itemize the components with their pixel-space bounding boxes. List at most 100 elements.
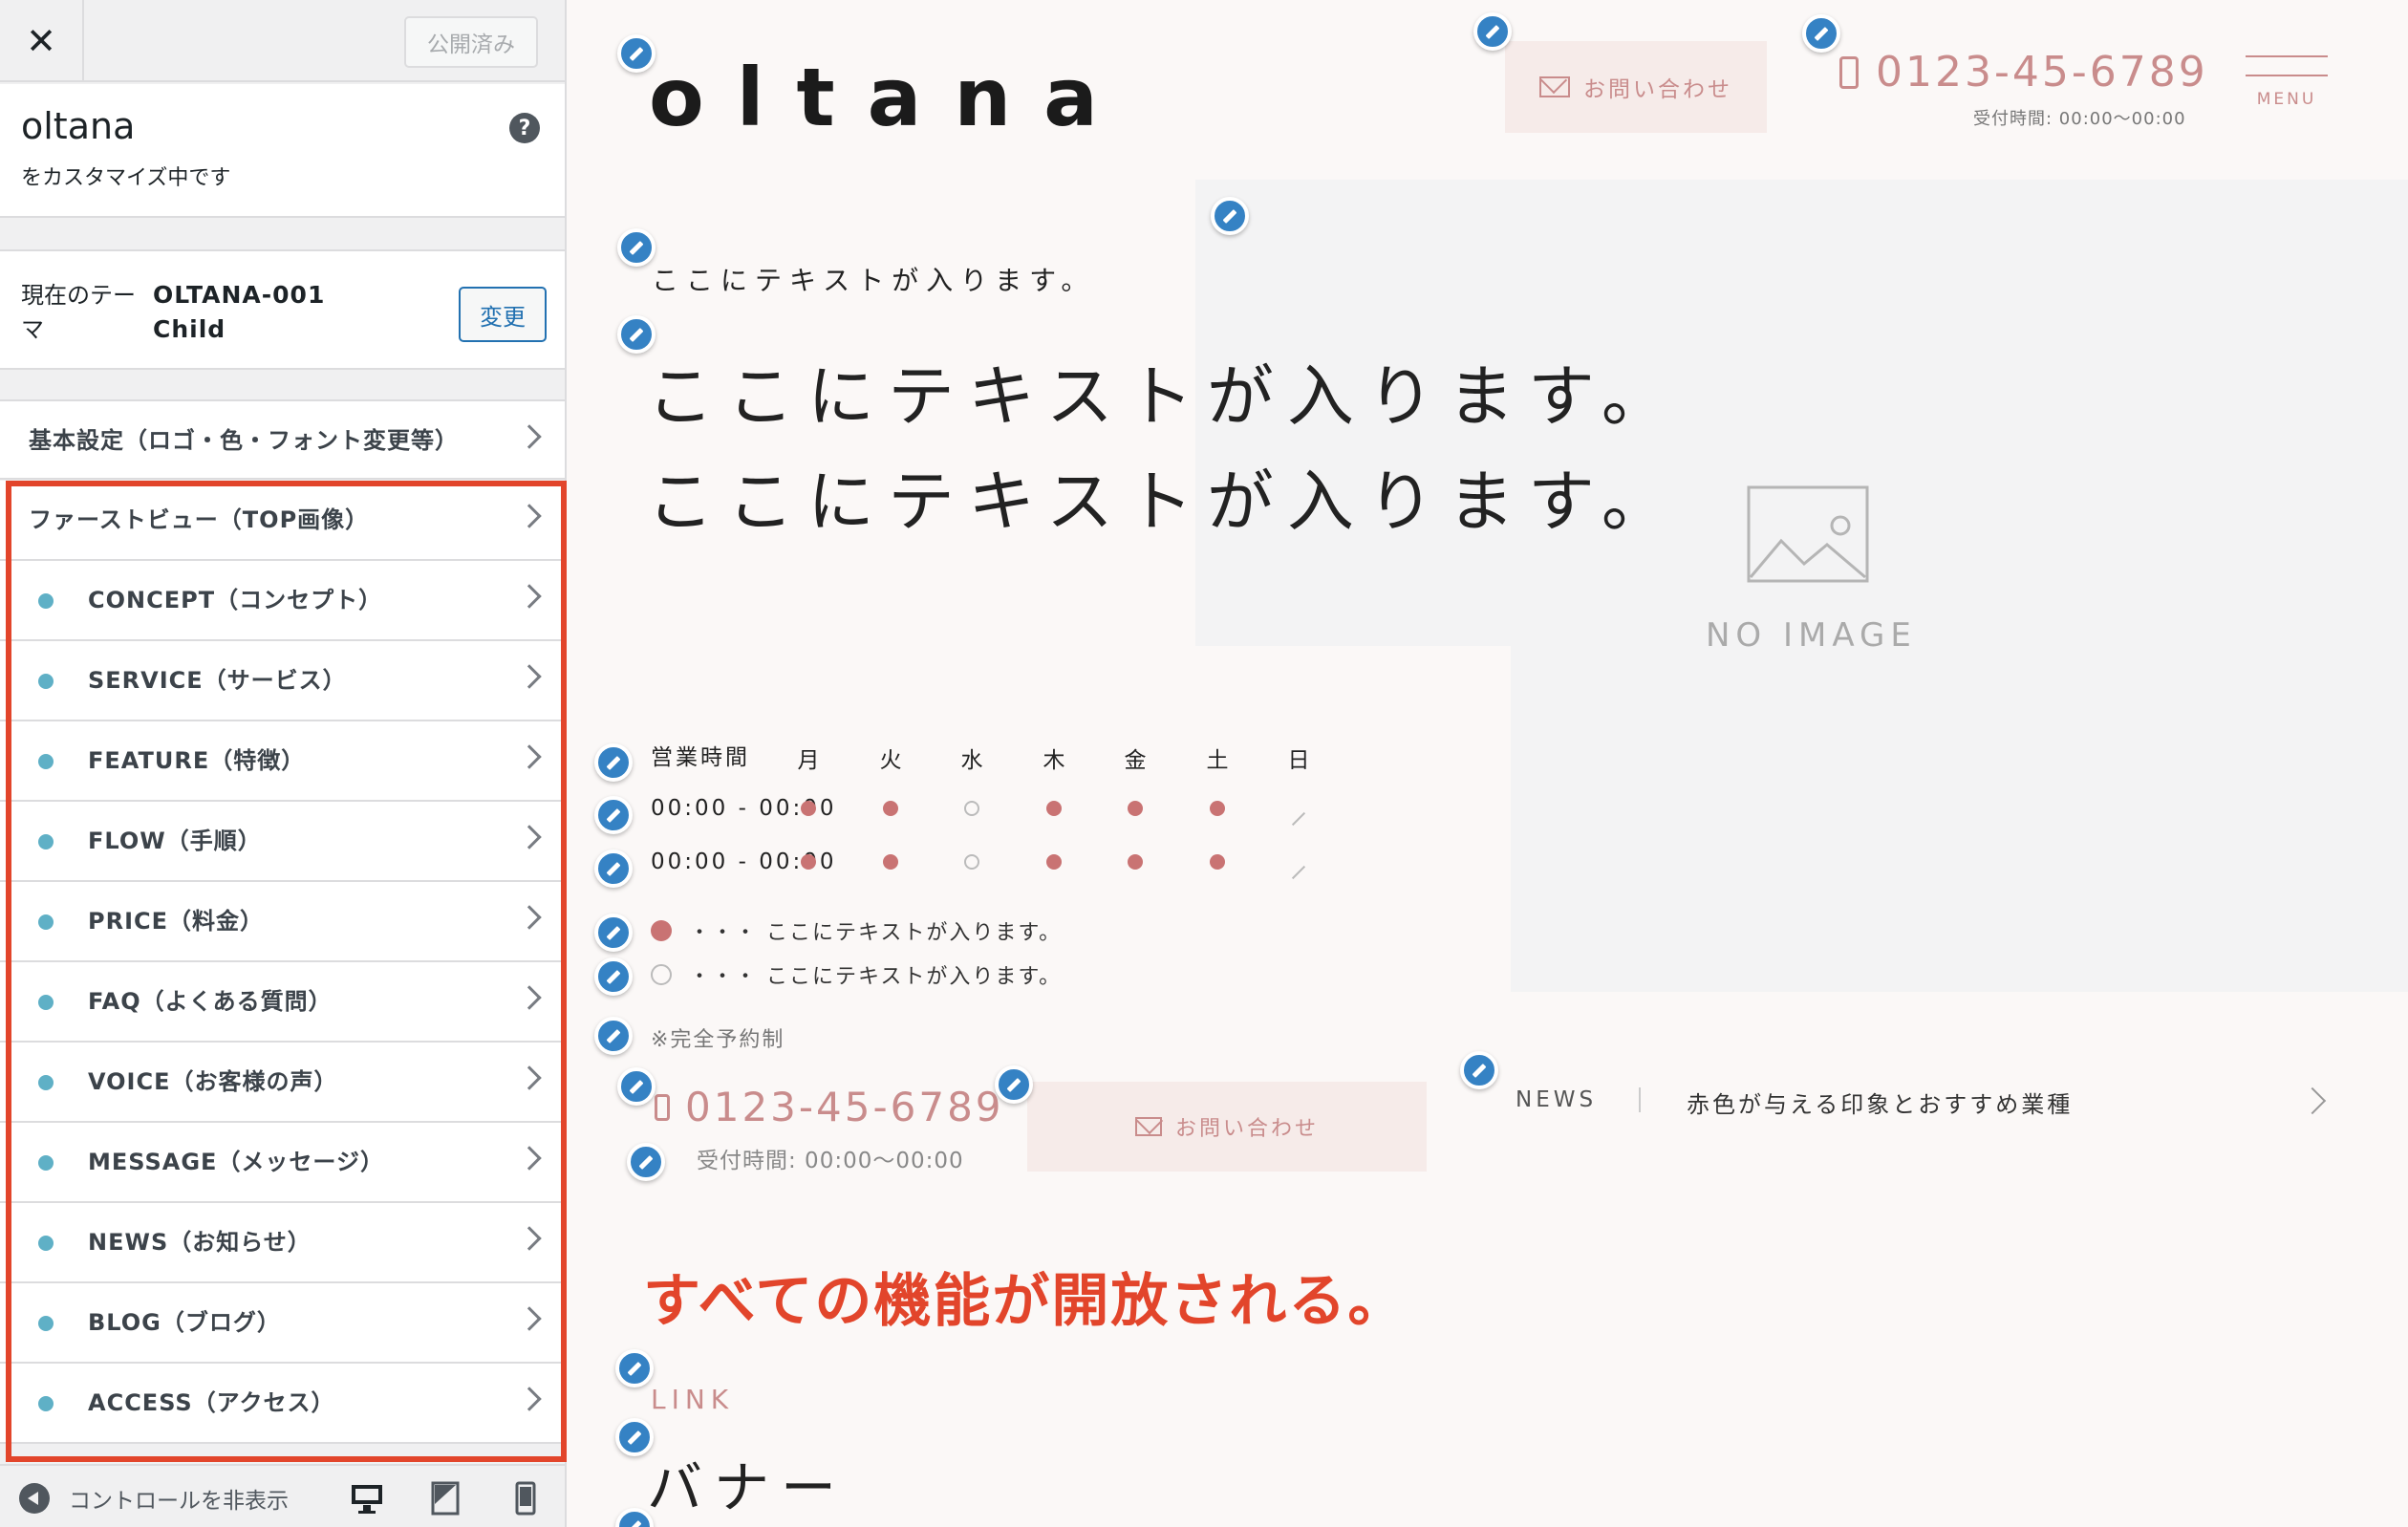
hero-image-placeholder-lower — [1511, 646, 2408, 992]
phone-number: 0123-45-6789 — [685, 1084, 1004, 1130]
edit-shortcut-icon[interactable] — [594, 743, 633, 782]
customizer-info: oltana をカスタマイズ中です ? — [0, 84, 565, 218]
edit-shortcut-icon[interactable] — [1802, 14, 1840, 53]
contact-label: お問い合わせ — [1174, 1117, 1319, 1141]
section-blog[interactable]: BLOG（ブログ） — [0, 1283, 565, 1364]
chevron-right-icon — [517, 1387, 542, 1411]
section-feature[interactable]: FEATURE（特徴） — [0, 721, 565, 802]
status-open — [1040, 797, 1068, 822]
status-open — [1040, 850, 1068, 875]
status-open — [876, 850, 905, 875]
section-service[interactable]: SERVICE（サービス） — [0, 641, 565, 721]
status-partial — [957, 797, 986, 822]
desktop-preview-icon[interactable] — [348, 1479, 386, 1517]
section-access[interactable]: ACCESS（アクセス） — [0, 1364, 565, 1444]
status-dot-icon — [38, 995, 54, 1010]
section-flow[interactable]: FLOW（手順） — [0, 802, 565, 882]
site-logo[interactable]: oltana — [649, 57, 1130, 138]
close-icon[interactable]: ✕ — [0, 0, 84, 82]
edit-shortcut-icon[interactable] — [594, 796, 633, 834]
edit-shortcut-icon[interactable] — [617, 315, 656, 354]
day-header: 土 — [1206, 748, 1229, 773]
status-open — [1203, 797, 1232, 822]
legend-partial: ・・・ ここにテキストが入ります。 — [651, 959, 1062, 990]
edit-shortcut-icon[interactable] — [594, 1017, 633, 1055]
status-open — [1121, 797, 1150, 822]
chevron-right-icon — [517, 1146, 542, 1171]
hero-heading-line: ここにテキストが入ります。 — [647, 357, 1682, 436]
hide-controls-label: コントロールを非表示 — [69, 1489, 289, 1514]
edit-shortcut-icon[interactable] — [617, 228, 656, 267]
hours-header-row: 営業時間 — [651, 736, 871, 774]
edit-shortcut-icon[interactable] — [1473, 12, 1512, 51]
news-divider — [1639, 1087, 1641, 1112]
status-dot-icon — [38, 754, 54, 769]
mobile-preview-icon[interactable] — [506, 1479, 545, 1517]
edit-shortcut-icon[interactable] — [1211, 197, 1249, 235]
current-theme-label: 現在のテーマ — [21, 282, 136, 343]
hide-controls-button[interactable]: コントロールを非表示 — [19, 1482, 289, 1515]
status-dot-icon — [38, 674, 54, 689]
day-header: 火 — [879, 748, 902, 773]
link-section-label: LINK — [651, 1384, 735, 1415]
chevron-right-icon[interactable] — [2298, 1086, 2327, 1115]
mail-icon — [1539, 76, 1570, 97]
phone-number: 0123-45-6789 — [1876, 48, 2208, 97]
news-title-link[interactable]: 赤色が与える印象とおすすめ業種 — [1687, 1086, 2073, 1119]
hamburger-line — [2246, 75, 2328, 76]
edit-shortcut-icon[interactable] — [594, 850, 633, 888]
edit-shortcut-icon[interactable] — [627, 1143, 665, 1181]
contact-phone[interactable]: 0123-45-6789 — [655, 1084, 1004, 1130]
hero-small-text: ここにテキストが入ります。 — [652, 265, 1096, 296]
section-label: ACCESS（アクセス） — [88, 1389, 335, 1416]
menu-label: MENU — [2256, 90, 2317, 109]
chevron-right-icon — [517, 504, 542, 528]
edit-shortcut-icon[interactable] — [594, 957, 633, 996]
customizer-footer: コントロールを非表示 — [0, 1464, 565, 1527]
day-header: 木 — [1043, 748, 1065, 773]
customizer-sidebar: ✕ 公開済み oltana をカスタマイズ中です ? 現在のテーマ OLTANA… — [0, 0, 567, 1527]
section-label: FAQ（よくある質問） — [88, 988, 333, 1015]
section-price[interactable]: PRICE（料金） — [0, 882, 565, 962]
help-icon[interactable]: ? — [509, 113, 540, 143]
section-news[interactable]: NEWS（お知らせ） — [0, 1203, 565, 1283]
customizing-subtitle: をカスタマイズ中です — [21, 166, 231, 190]
header-phone[interactable]: 0123-45-6789 — [1839, 48, 2208, 97]
edit-shortcut-icon[interactable] — [615, 1349, 654, 1387]
open-mark-icon — [651, 920, 672, 941]
news-label: NEWS — [1516, 1087, 1598, 1112]
status-dot-icon — [38, 1155, 54, 1171]
section-concept[interactable]: CONCEPT（コンセプト） — [0, 561, 565, 641]
publish-button[interactable]: 公開済み — [404, 16, 538, 68]
site-preview: NO IMAGE oltana お問い合わせ 0123-45-6789 受付時間… — [569, 0, 2408, 1527]
edit-shortcut-icon[interactable] — [617, 34, 656, 73]
hours-row: 00:00 - 00:00 — [651, 789, 871, 828]
contact-button[interactable]: お問い合わせ — [1027, 1082, 1427, 1172]
tablet-preview-icon[interactable] — [426, 1479, 464, 1517]
hero-heading-line: ここにテキストが入ります。 — [647, 462, 1682, 541]
section-label: BLOG（ブログ） — [88, 1309, 281, 1336]
chevron-right-icon — [517, 664, 542, 689]
chevron-right-icon — [517, 744, 542, 769]
edit-shortcut-icon[interactable] — [995, 1065, 1033, 1104]
status-dot-icon — [38, 914, 54, 930]
edit-shortcut-icon[interactable] — [594, 914, 633, 952]
section-label: VOICE（お客様の声） — [88, 1068, 338, 1095]
section-faq[interactable]: FAQ（よくある質問） — [0, 962, 565, 1043]
section-label: 基本設定（ロゴ・色・フォント変更等） — [29, 427, 459, 454]
header-contact-button[interactable]: お問い合わせ — [1505, 41, 1767, 133]
section-voice[interactable]: VOICE（お客様の声） — [0, 1043, 565, 1123]
section-first-view[interactable]: ファーストビュー（TOP画像） — [0, 481, 565, 561]
section-label: ファーストビュー（TOP画像） — [29, 506, 370, 533]
edit-shortcut-icon[interactable] — [1460, 1051, 1498, 1089]
change-theme-button[interactable]: 変更 — [459, 287, 547, 342]
edit-shortcut-icon[interactable] — [615, 1418, 654, 1456]
edit-shortcut-icon[interactable] — [617, 1067, 656, 1106]
section-basic-settings[interactable]: 基本設定（ロゴ・色・フォント変更等） — [0, 399, 565, 480]
contact-label: お問い合わせ — [1583, 77, 1732, 102]
section-message[interactable]: MESSAGE（メッセージ） — [0, 1123, 565, 1203]
collapse-icon — [19, 1483, 50, 1514]
day-header: 金 — [1124, 748, 1147, 773]
menu-button[interactable]: MENU — [2246, 55, 2328, 109]
site-title: oltana — [21, 105, 136, 147]
